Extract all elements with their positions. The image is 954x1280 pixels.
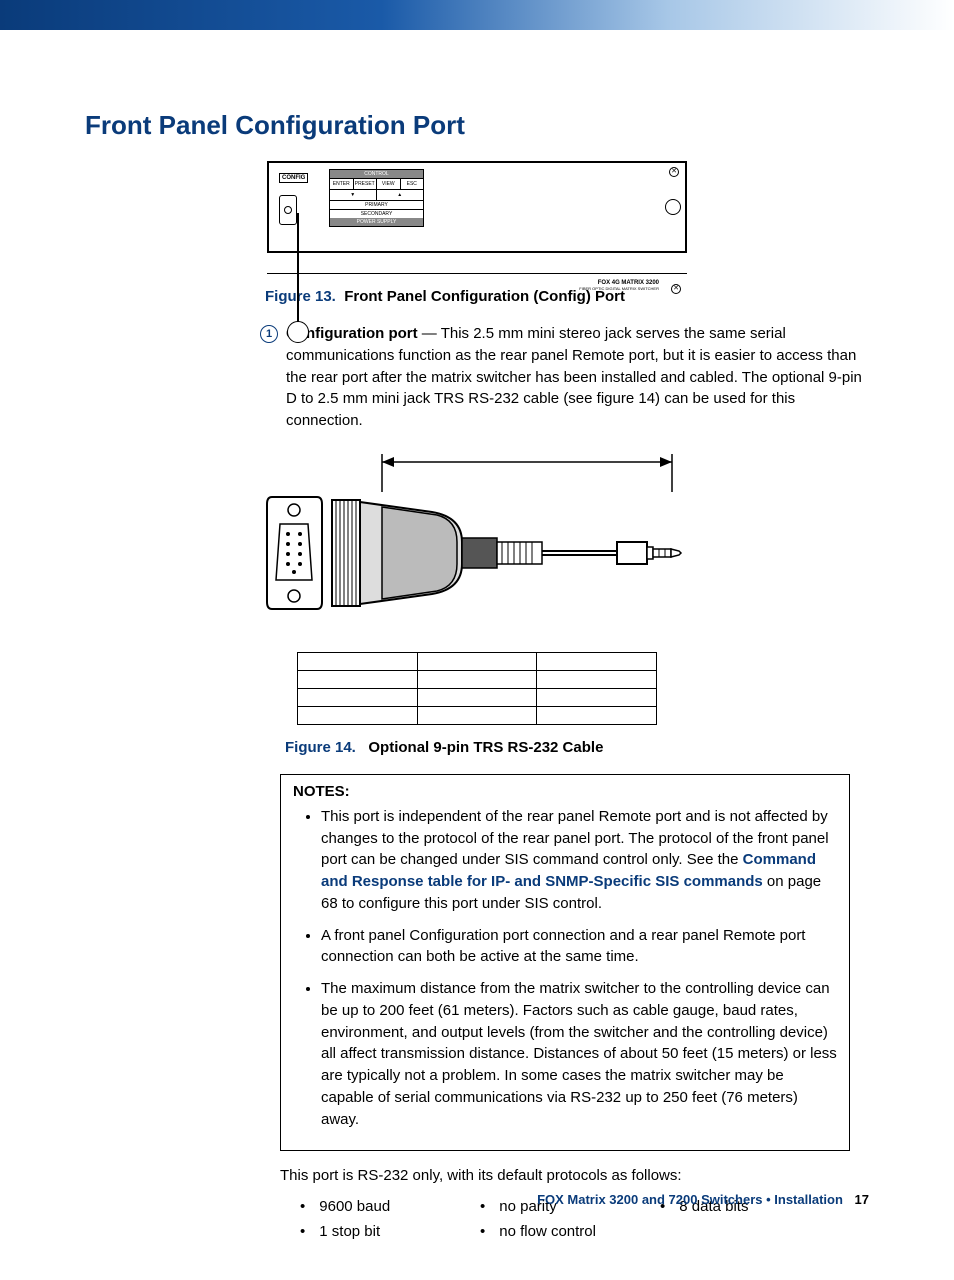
page-footer: FOX Matrix 3200 and 7200 Switchers • Ins…: [537, 1192, 869, 1207]
cable-svg-icon: [262, 442, 692, 642]
secondary-label: SECONDARY: [330, 209, 423, 218]
proto-item: no flow control: [480, 1223, 660, 1240]
page-content: Front Panel Configuration Port ✕ CONFIG …: [0, 30, 954, 1280]
arrow-up-icon: ▲: [377, 190, 424, 200]
pin-table: [297, 652, 657, 725]
figure-14-diagram: [262, 442, 692, 725]
note-item: A front panel Configuration port connect…: [321, 925, 837, 969]
btn-view: VIEW: [377, 179, 401, 189]
control-box: CONTROL ENTER PRESET VIEW ESC ▼ ▲ PRIMAR…: [329, 169, 424, 227]
notes-list: This port is independent of the rear pan…: [293, 806, 837, 1131]
header-gradient-bar: [0, 0, 954, 30]
callout-circle-icon: [287, 321, 309, 343]
btn-enter: ENTER: [330, 179, 354, 189]
note-item: This port is independent of the rear pan…: [321, 806, 837, 915]
figure-14-caption: Figure 14. Optional 9-pin TRS RS-232 Cab…: [285, 739, 869, 756]
note-item: The maximum distance from the matrix swi…: [321, 978, 837, 1130]
btn-esc: ESC: [401, 179, 424, 189]
protocol-intro: This port is RS-232 only, with its defau…: [280, 1165, 869, 1188]
proto-item: 1 stop bit: [300, 1223, 480, 1240]
control-header: CONTROL: [330, 170, 423, 178]
btn-preset: PRESET: [354, 179, 378, 189]
page-heading: Front Panel Configuration Port: [85, 110, 869, 141]
config-jack-icon: [279, 195, 297, 225]
figure-13-diagram: ✕ CONFIG CONTROL ENTER PRESET VIEW ESC ▼: [267, 161, 687, 274]
screw-icon: ✕: [669, 167, 679, 177]
config-label: CONFIG: [279, 173, 308, 183]
figure-13-caption: Figure 13. Front Panel Configuration (Co…: [265, 288, 869, 305]
product-label: FOX 4G MATRIX 3200 FIBER OPTIC DIGITAL M…: [579, 280, 659, 292]
arrow-down-icon: ▼: [330, 190, 377, 200]
callout-number: 1: [260, 325, 278, 343]
power-supply-label: POWER SUPPLY: [330, 218, 423, 226]
notes-box: NOTES: This port is independent of the r…: [280, 774, 850, 1152]
primary-label: PRIMARY: [330, 200, 423, 209]
circle-icon: [665, 199, 681, 215]
callout-line: [297, 213, 299, 328]
proto-item: 9600 baud: [300, 1198, 480, 1215]
notes-header: NOTES:: [293, 783, 837, 800]
callout-1: 1 Configuration port — This 2.5 mm mini …: [260, 323, 869, 432]
callout-body: Configuration port — This 2.5 mm mini st…: [286, 323, 869, 432]
screw-icon: ✕: [671, 284, 681, 294]
